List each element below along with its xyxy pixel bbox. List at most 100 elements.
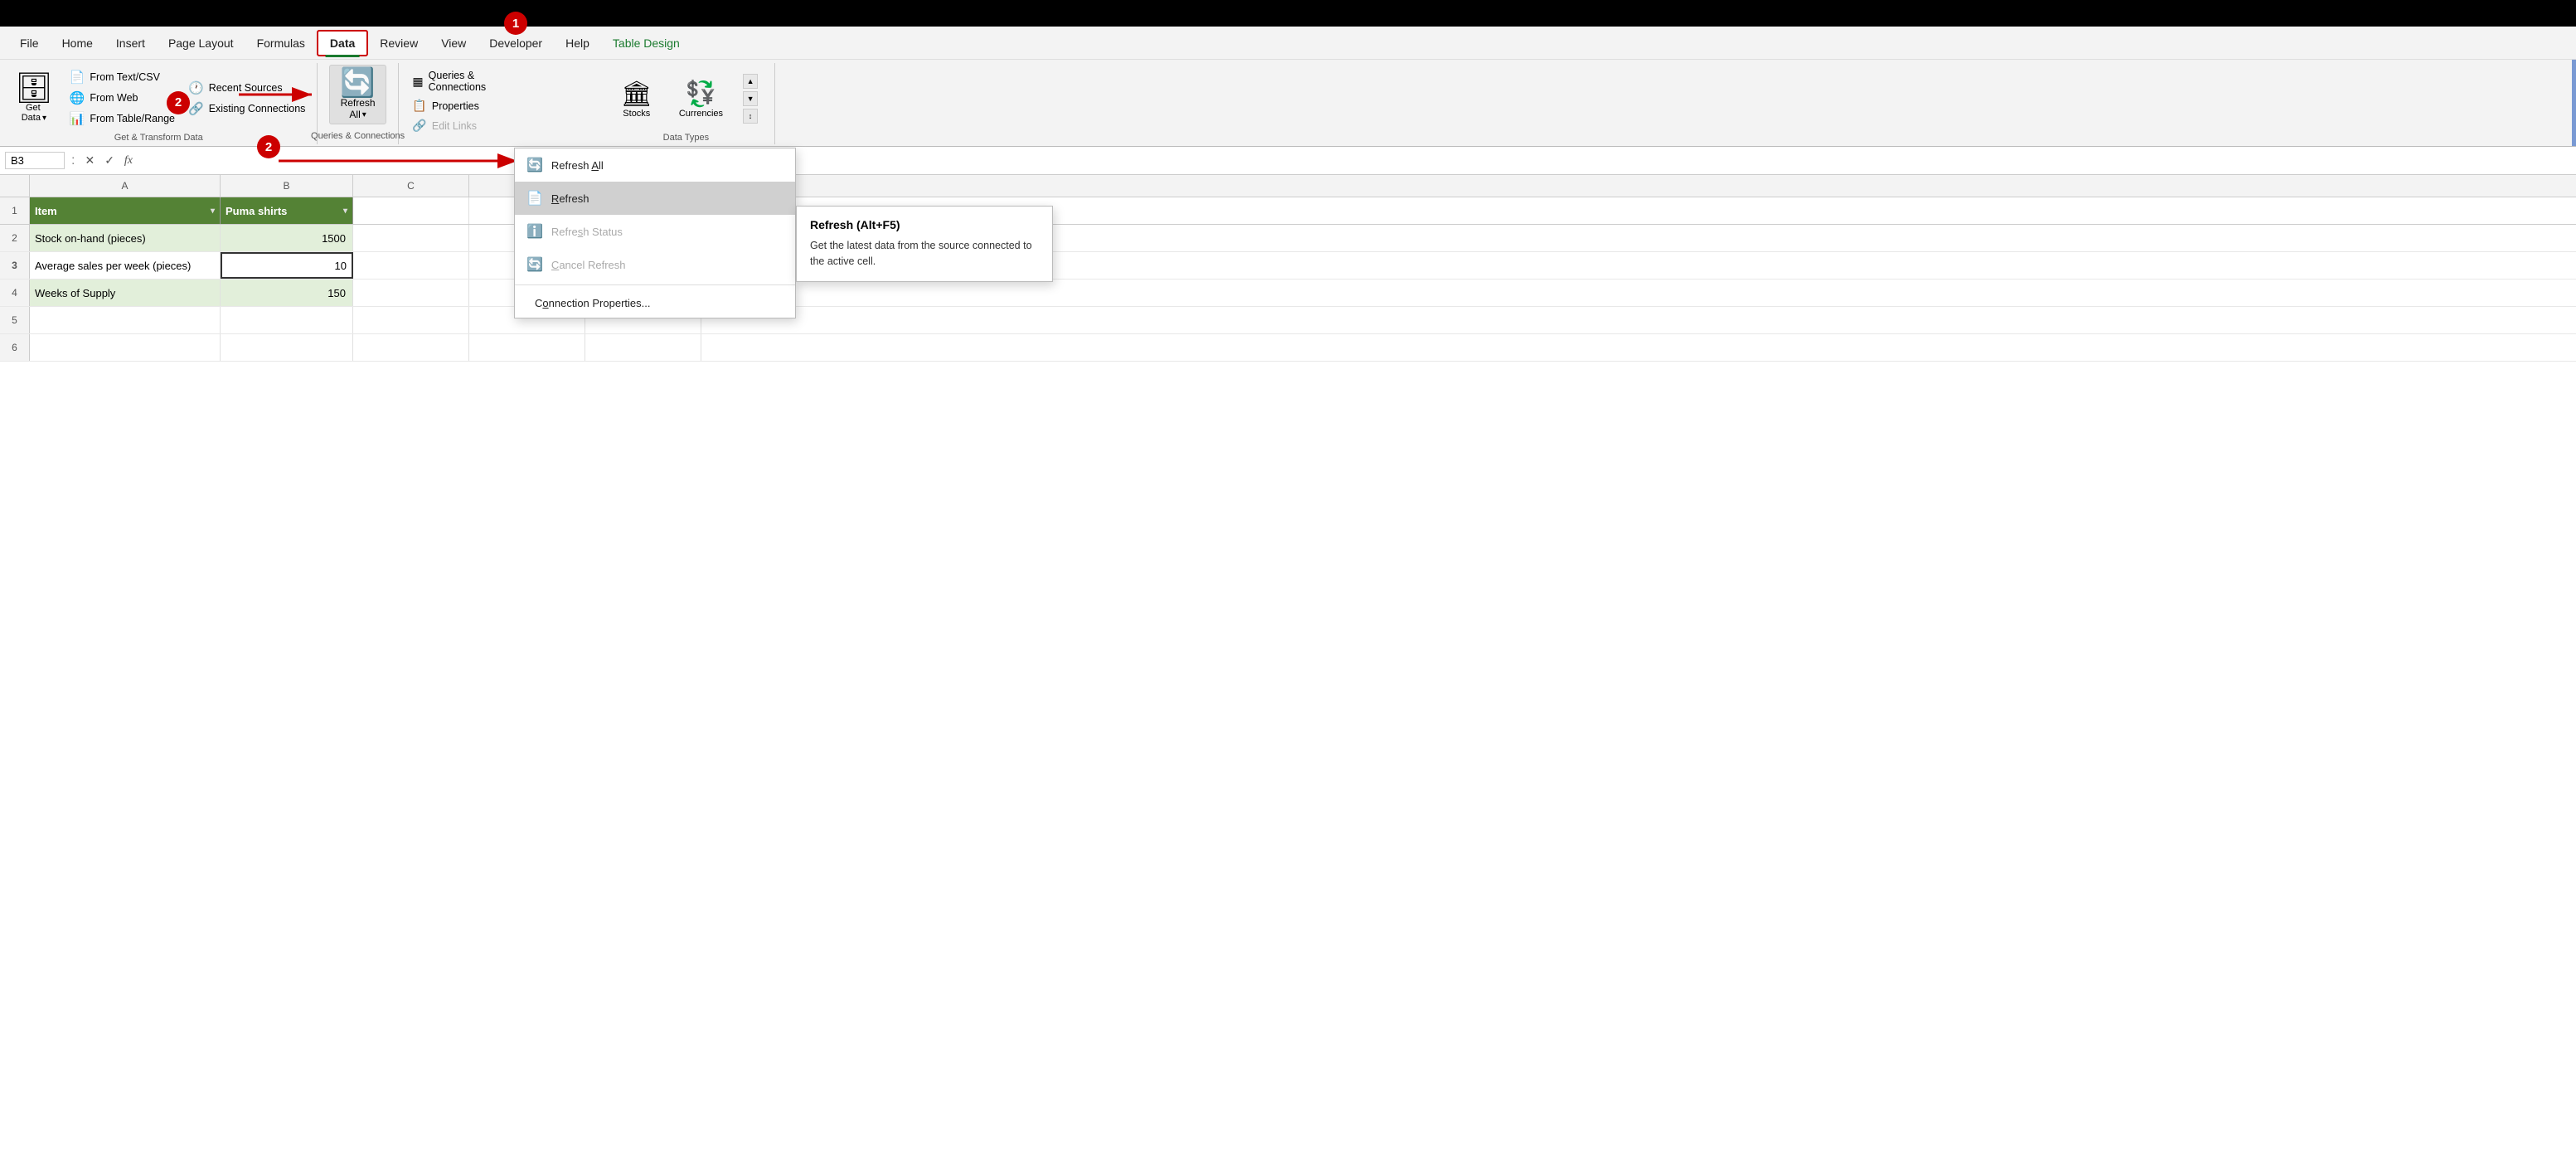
row-num-2: 2 — [0, 225, 30, 251]
row-num-1: 1 — [0, 197, 30, 224]
menu-item-file[interactable]: File — [8, 32, 51, 55]
refresh-all-button[interactable]: 🔄 Refresh All ▾ — [329, 65, 386, 124]
from-text-csv-icon: 📄 — [70, 70, 85, 85]
row-num-5: 5 — [0, 307, 30, 333]
spreadsheet-row-4: 4 Weeks of Supply 150 — [0, 280, 2576, 307]
cancel-refresh-label: Cancel Refresh — [551, 259, 626, 271]
step-badge-2b: 2 — [257, 135, 280, 158]
col-header-a[interactable]: A — [30, 175, 221, 197]
refresh-all-menu-item[interactable]: 🔄 Refresh All — [515, 148, 795, 182]
menu-item-page-layout[interactable]: Page Layout — [157, 32, 245, 55]
cell-a2[interactable]: Stock on-hand (pieces) — [30, 225, 221, 251]
cell-a5[interactable] — [30, 307, 221, 333]
refresh-status-menu-item: ℹ️ Refresh Status — [515, 215, 795, 248]
cell-c3[interactable] — [353, 252, 469, 279]
from-web-button[interactable]: 🌐 From Web — [66, 89, 178, 107]
menu-item-help[interactable]: Help — [554, 32, 601, 55]
cell-a1[interactable]: Item ▾ — [30, 197, 221, 224]
connection-properties-menu-item[interactable]: Connection Properties... — [515, 289, 795, 318]
cancel-refresh-menu-item: 🔄 Cancel Refresh — [515, 248, 795, 281]
get-data-icon: 🗄 — [15, 73, 53, 103]
spreadsheet: A B C D E 1 Item ▾ Puma shirts ▾ 2 Stock… — [0, 175, 2576, 362]
scroll-expand-button[interactable]: ↕ — [743, 109, 758, 124]
menu-item-table-design[interactable]: Table Design — [601, 32, 691, 55]
step-badge-1: 1 — [504, 12, 527, 35]
refresh-all-menu-label: Refresh All — [551, 159, 604, 172]
confirm-icon[interactable]: ✓ — [101, 153, 118, 168]
arrow-ribbon — [239, 78, 322, 111]
refresh-menu-label: Refresh — [551, 192, 589, 205]
get-transform-label: Get & Transform Data — [114, 133, 203, 143]
scroll-up-button[interactable]: ▲ — [743, 74, 758, 89]
row-num-4: 4 — [0, 280, 30, 306]
refresh-all-label2: All — [349, 109, 360, 120]
scroll-arrows: ▲ ▼ ↕ — [743, 74, 758, 124]
spreadsheet-row-5: 5 — [0, 307, 2576, 334]
cell-b4[interactable]: 150 — [221, 280, 353, 306]
spreadsheet-row-3: 3 Average sales per week (pieces) 10 — [0, 252, 2576, 280]
edit-links-button[interactable]: 🔗 Edit Links — [409, 117, 489, 134]
stocks-button[interactable]: 🏛 Stocks — [614, 76, 659, 122]
refresh-status-icon: ℹ️ — [526, 223, 543, 240]
cell-c5[interactable] — [353, 307, 469, 333]
cell-a6[interactable] — [30, 334, 221, 361]
menu-item-formulas[interactable]: Formulas — [245, 32, 317, 55]
get-data-button[interactable]: 🗄 Get Data ▾ — [8, 70, 60, 126]
scroll-down-button[interactable]: ▼ — [743, 91, 758, 106]
function-icon[interactable]: fx — [121, 154, 136, 168]
cell-b3[interactable]: 10 — [221, 252, 353, 279]
cell-b6[interactable] — [221, 334, 353, 361]
column-headers: A B C D E — [0, 175, 2576, 197]
menu-item-review[interactable]: Review — [368, 32, 429, 55]
from-table-range-button[interactable]: 📊 From Table/Range — [66, 109, 178, 128]
cell-c6[interactable] — [353, 334, 469, 361]
title-bar — [0, 0, 2576, 27]
step-badge-2a: 2 — [167, 91, 190, 114]
col-header-c[interactable]: C — [353, 175, 469, 197]
ribbon-group-data-types: 🏛 Stocks 💱 Currencies ▲ ▼ ↕ Data Types — [598, 63, 775, 144]
row-header-spacer — [0, 175, 30, 197]
cell-a3[interactable]: Average sales per week (pieces) — [30, 252, 221, 279]
menu-item-insert[interactable]: Insert — [104, 32, 157, 55]
menu-item-data[interactable]: Data — [317, 30, 368, 56]
menu-item-view[interactable]: View — [429, 32, 478, 55]
cell-reference-box[interactable] — [5, 152, 65, 169]
queries-connections-button[interactable]: ▦ Queries & Connections — [409, 68, 489, 95]
connection-properties-label: Connection Properties... — [535, 297, 650, 309]
get-data-label: Get — [26, 103, 42, 113]
edit-links-icon: 🔗 — [412, 119, 426, 133]
stocks-label: Stocks — [623, 109, 650, 119]
tooltip-box: Refresh (Alt+F5) Get the latest data fro… — [796, 206, 1053, 282]
currencies-icon: 💱 — [686, 80, 716, 109]
currencies-label: Currencies — [679, 109, 723, 119]
col-header-b[interactable]: B — [221, 175, 353, 197]
spreadsheet-row-2: 2 Stock on-hand (pieces) 1500 — [0, 225, 2576, 252]
menu-bar: 1 File Home Insert Page Layout Formulas … — [0, 27, 2576, 60]
cell-c2[interactable] — [353, 225, 469, 251]
formula-separator: : — [68, 153, 78, 168]
cell-d6[interactable] — [469, 334, 585, 361]
cell-b2[interactable]: 1500 — [221, 225, 353, 251]
cell-a4[interactable]: Weeks of Supply — [30, 280, 221, 306]
cell-b5[interactable] — [221, 307, 353, 333]
cell-e6[interactable] — [585, 334, 701, 361]
queries-label: Queries & Connections — [311, 129, 405, 141]
cancel-icon[interactable]: ✕ — [81, 153, 98, 168]
refresh-all-icon: 🔄 — [340, 69, 375, 97]
properties-button[interactable]: 📋 Properties — [409, 97, 489, 114]
currencies-button[interactable]: 💱 Currencies — [672, 76, 730, 122]
from-text-csv-button[interactable]: 📄 From Text/CSV — [66, 68, 178, 86]
row-num-3: 3 — [0, 252, 30, 279]
cell-c1[interactable] — [353, 197, 469, 224]
refresh-dropdown-menu: 🔄 Refresh All 📄 Refresh ℹ️ Refresh Statu… — [514, 148, 796, 318]
cell-b1[interactable]: Puma shirts ▾ — [221, 197, 353, 224]
cancel-refresh-icon: 🔄 — [526, 256, 543, 273]
menu-item-home[interactable]: Home — [51, 32, 104, 55]
refresh-menu-item[interactable]: 📄 Refresh — [515, 182, 795, 215]
existing-connections-icon: 🔗 — [188, 101, 204, 116]
tooltip-title: Refresh (Alt+F5) — [810, 218, 1039, 231]
cell-c4[interactable] — [353, 280, 469, 306]
from-table-range-icon: 📊 — [70, 111, 85, 126]
ribbon-small-buttons-col: 📄 From Text/CSV 🌐 From Web 📊 From Table/… — [66, 68, 178, 128]
stocks-icon: 🏛 — [621, 80, 652, 109]
